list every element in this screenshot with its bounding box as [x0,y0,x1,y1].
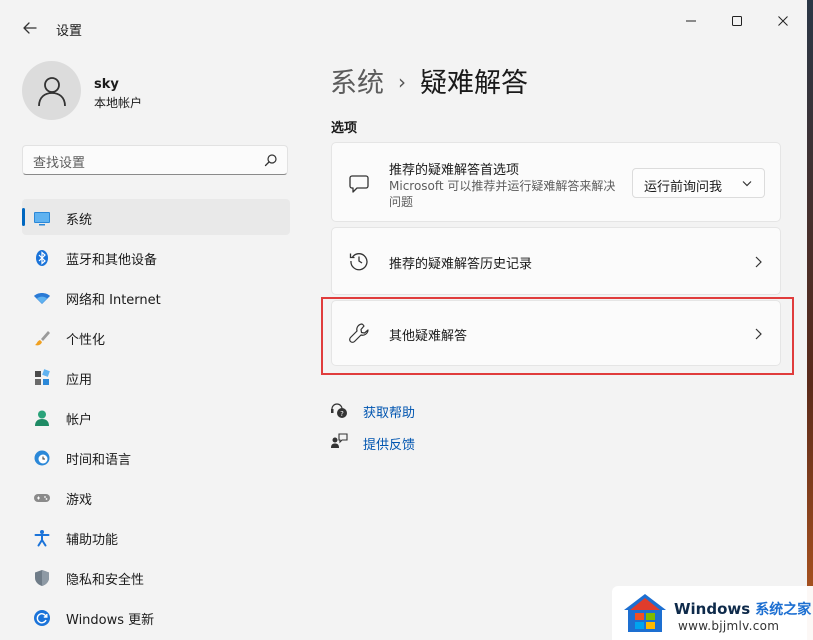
sidebar-item-accessibility[interactable]: 辅助功能 [22,519,290,555]
settings-window: 设置 sky 本地帐户 查找设置 系统 蓝牙和其他设备 网络和 Internet… [0,0,807,640]
link-label: 获取帮助 [363,406,416,421]
apps-icon [35,369,50,385]
maximize-icon [732,16,742,26]
gamepad-icon [34,494,50,502]
watermark-title: Windows 系统之家 [674,599,811,619]
house-logo-icon [624,594,666,632]
card-title: 推荐的疑难解答首选项 [389,163,520,178]
watermark-url: www.bjjmlv.com [678,619,780,633]
sidebar-item-system[interactable]: 系统 [22,199,290,235]
sidebar-item-accounts[interactable]: 帐户 [22,399,290,435]
back-button[interactable] [16,14,44,42]
bluetooth-icon [36,250,48,266]
help-icon: ? [331,403,347,418]
link-label: 提供反馈 [363,438,416,453]
search-placeholder: 查找设置 [33,156,86,171]
selection-indicator [22,208,25,226]
watermark-brand: Windows [674,600,751,618]
person-icon [37,76,66,106]
svg-text:?: ? [340,410,344,418]
give-feedback-link[interactable]: 提供反馈 [330,431,450,453]
sidebar-item-label: 帐户 [66,413,93,428]
sidebar-item-label: 游戏 [66,493,93,508]
close-button[interactable] [760,8,806,34]
highlight-annotation [321,297,794,375]
clock-globe-icon [34,450,50,466]
update-icon [34,610,50,626]
sidebar-item-label: 系统 [66,213,93,228]
minimize-icon [686,20,696,22]
sidebar-item-label: 蓝牙和其他设备 [66,253,158,268]
sidebar-item-label: 时间和语言 [66,453,132,468]
close-icon [778,16,788,26]
sidebar-item-label: 应用 [66,373,93,388]
wifi-icon [34,293,50,304]
sidebar-item-network[interactable]: 网络和 Internet [22,279,290,315]
section-label-options: 选项 [331,121,358,136]
card-description: Microsoft 可以推荐并运行疑难解答来解决问题 [389,179,616,209]
sidebar-item-gaming[interactable]: 游戏 [22,479,290,515]
chevron-right-icon [755,256,762,268]
sidebar-item-apps[interactable]: 应用 [22,359,290,395]
sidebar-item-label: 个性化 [66,333,106,348]
sidebar-item-label: 辅助功能 [66,533,119,548]
shield-icon [35,570,49,586]
user-name: sky [94,77,119,92]
chat-bubble-icon [349,175,369,193]
breadcrumb-separator: › [398,70,406,94]
recommended-history-card[interactable]: 推荐的疑难解答历史记录 [331,227,781,295]
person-icon [35,410,49,426]
get-help-link[interactable]: ? 获取帮助 [330,399,450,421]
sidebar-item-label: 隐私和安全性 [66,573,145,588]
preference-dropdown[interactable]: 运行前询问我 [632,168,765,198]
arrow-left-icon [23,22,37,34]
dropdown-value: 运行前询问我 [644,180,723,195]
feedback-icon [331,433,348,448]
card-title: 推荐的疑难解答历史记录 [389,257,533,272]
monitor-icon [34,212,50,226]
sidebar-item-personalization[interactable]: 个性化 [22,319,290,355]
sidebar-item-windows-update[interactable]: Windows 更新 [22,599,290,635]
maximize-button[interactable] [714,8,760,34]
sidebar-item-label: 网络和 Internet [66,293,161,308]
recommended-preferences-card: 推荐的疑难解答首选项 Microsoft 可以推荐并运行疑难解答来解决问题 运行… [331,142,781,222]
title-bar: 设置 [0,0,807,42]
breadcrumb: 系统 › 疑难解答 [330,61,528,100]
window-title: 设置 [56,24,83,39]
sidebar-item-time-language[interactable]: 时间和语言 [22,439,290,475]
search-input[interactable]: 查找设置 [22,145,288,175]
sidebar-item-label: Windows 更新 [66,613,155,628]
breadcrumb-parent[interactable]: 系统 [330,68,384,99]
watermark: Windows 系统之家 www.bjjmlv.com [612,586,813,640]
watermark-brand-cn: 系统之家 [755,602,812,618]
page-title: 疑难解答 [420,68,528,99]
accessibility-icon [34,530,50,547]
sidebar-item-privacy[interactable]: 隐私和安全性 [22,559,290,595]
desktop-background [807,0,813,640]
brush-icon [35,331,50,346]
avatar[interactable] [22,61,81,120]
search-icon [264,154,277,167]
sidebar-item-bluetooth[interactable]: 蓝牙和其他设备 [22,239,290,275]
chevron-down-icon [742,181,752,187]
history-icon [349,253,368,271]
account-type: 本地帐户 [94,96,143,110]
minimize-button[interactable] [668,8,714,34]
